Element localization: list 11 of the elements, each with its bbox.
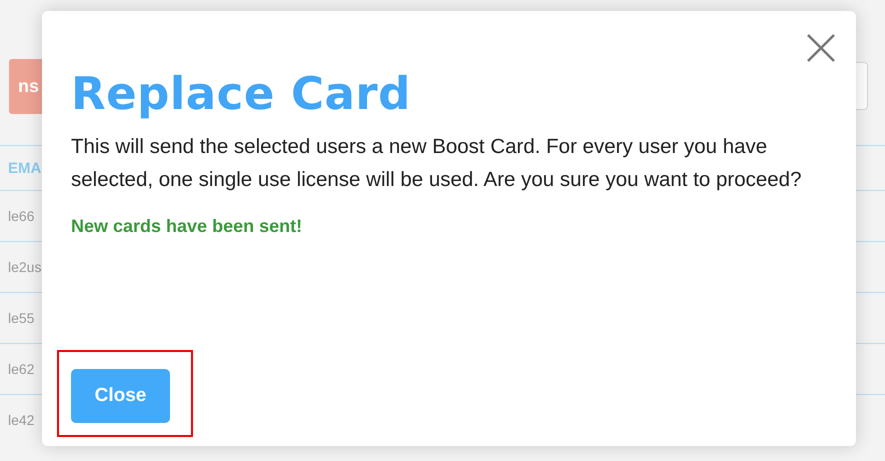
table-cell: le55 (8, 310, 34, 326)
close-icon[interactable] (806, 33, 836, 63)
close-button[interactable]: Close (71, 369, 170, 423)
status-message: New cards have been sent! (71, 216, 304, 237)
table-cell: le2us (8, 259, 42, 275)
table-cell: le42 (8, 412, 34, 428)
table-cell: le62 (8, 361, 34, 377)
column-header: EMA (8, 160, 42, 176)
dialog-message: This will send the selected users a new Boost Card. For every user you have selected, one single use license will be used. Are you sure you want to proceed? (71, 134, 802, 193)
table-cell: le66 (8, 208, 34, 224)
dialog-title: Replace Card (71, 67, 412, 120)
